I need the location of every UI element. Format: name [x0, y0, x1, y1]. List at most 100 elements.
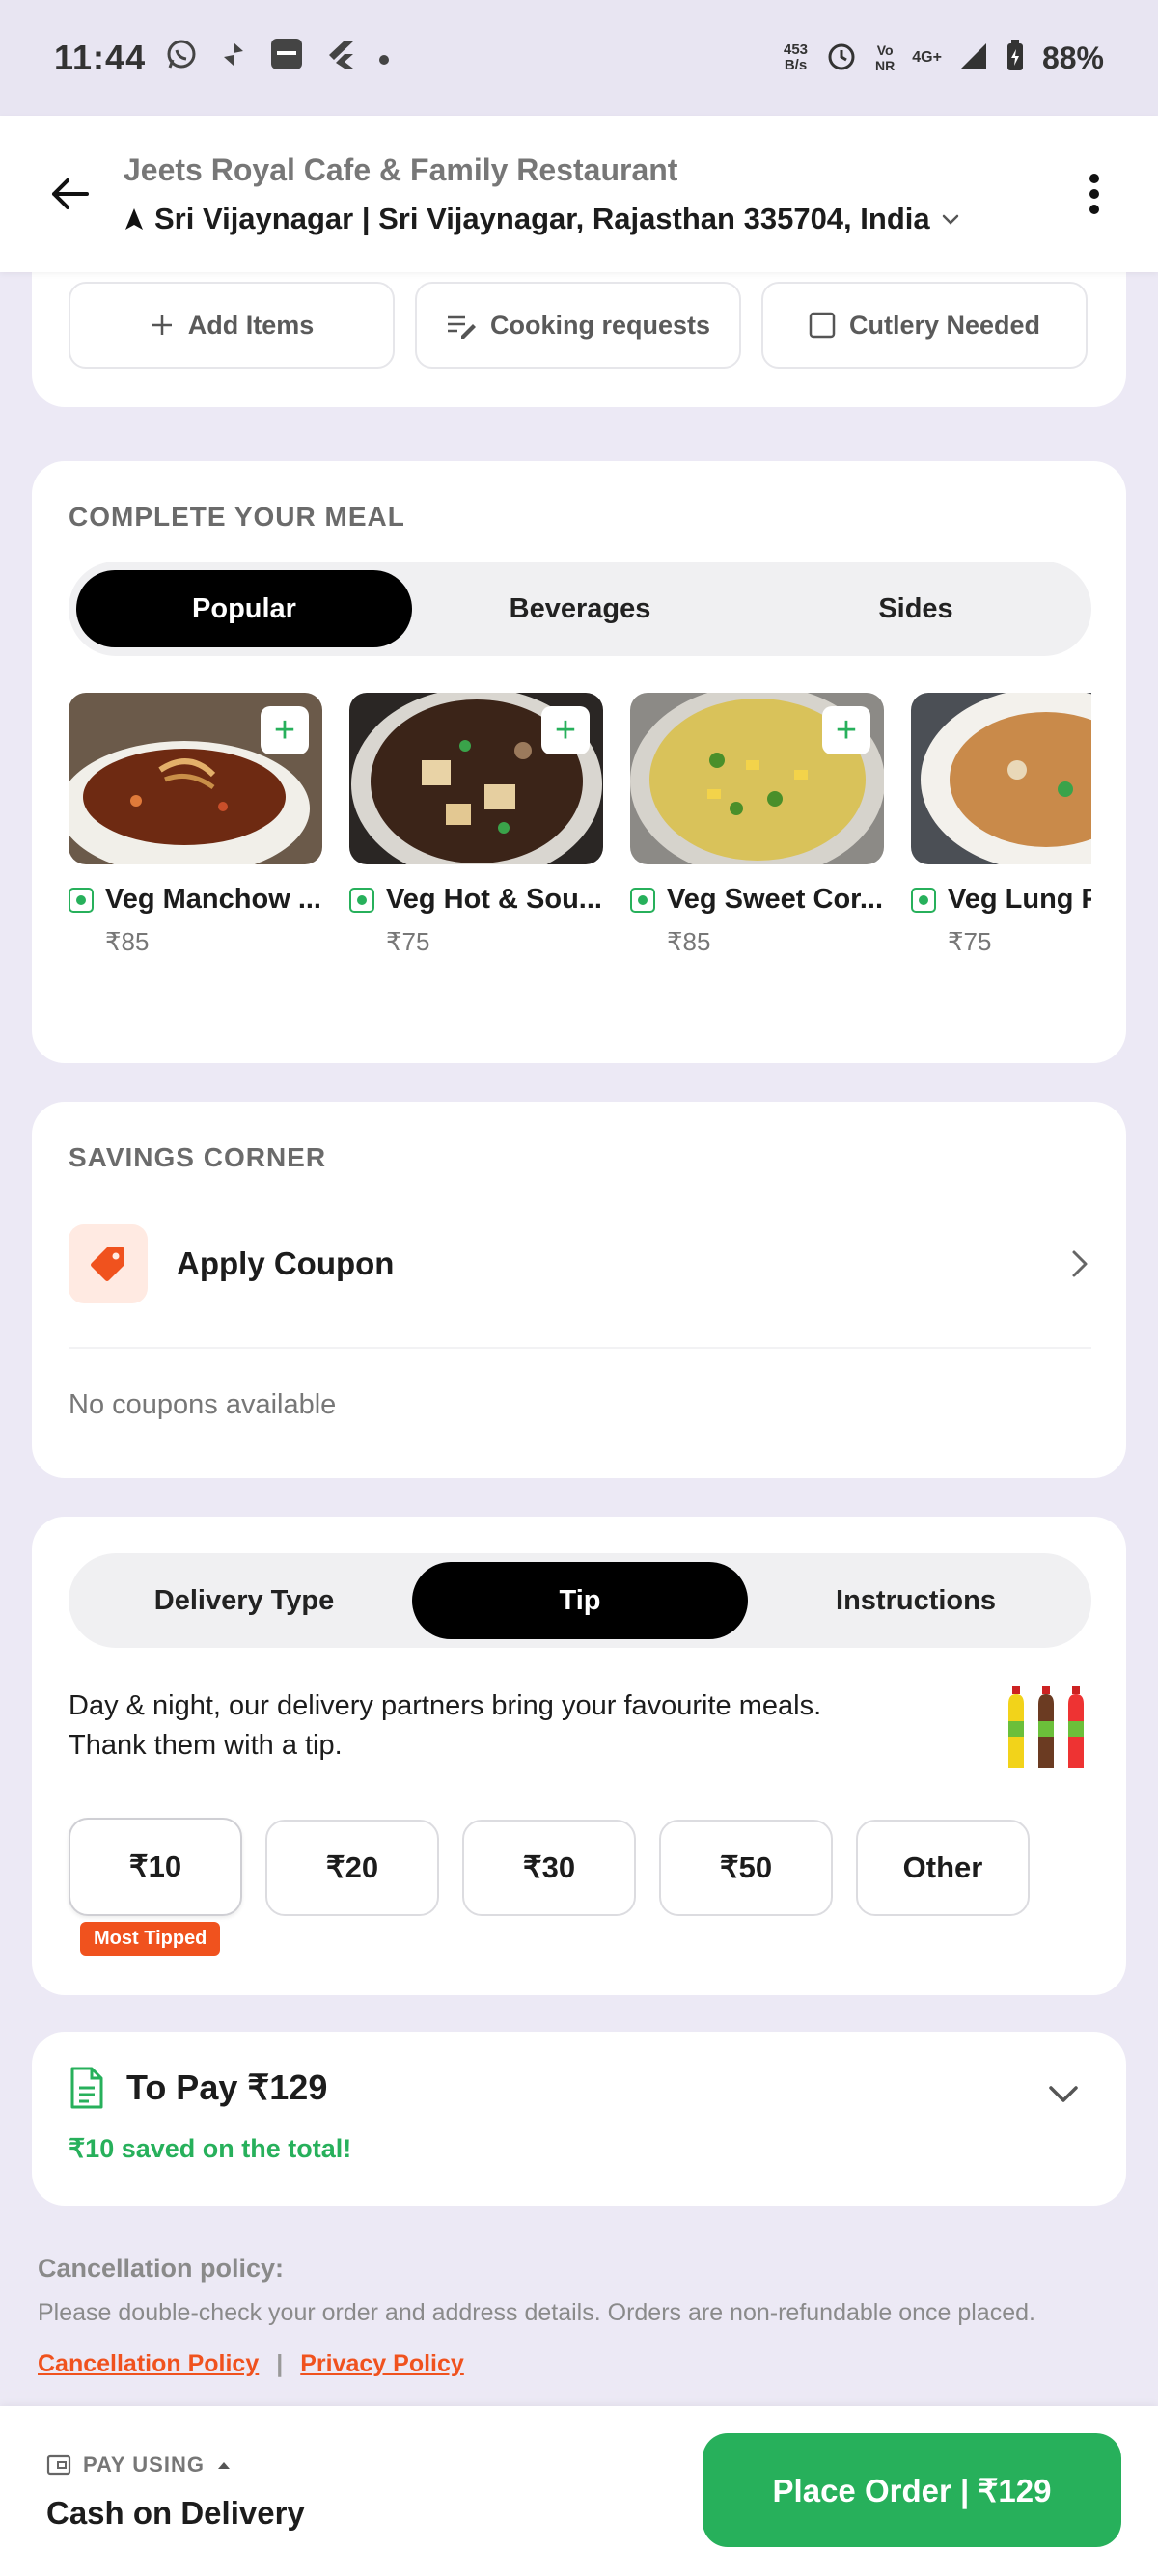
status-time: 11:44	[54, 38, 147, 77]
delivery-address[interactable]: Sri Vijaynagar | Sri Vijaynagar, Rajasth…	[124, 202, 1065, 236]
tab-delivery-type[interactable]: Delivery Type	[76, 1562, 412, 1639]
checkbox-icon	[809, 312, 836, 339]
tab-popular[interactable]: Popular	[76, 570, 412, 647]
battery-percent: 88%	[1041, 40, 1104, 75]
chevron-right-icon	[1072, 1250, 1088, 1277]
meal-image	[911, 693, 1091, 864]
apply-coupon-label: Apply Coupon	[177, 1246, 395, 1281]
meal-name: Veg Hot & Sou...	[386, 884, 602, 915]
meal-price: ₹85	[667, 927, 711, 956]
divider	[69, 1347, 1091, 1349]
meal-carousel[interactable]: + Veg Manchow ... ₹85 + Veg Hot & Sou...…	[69, 693, 1091, 982]
add-items-label: Add Items	[187, 310, 315, 340]
plus-icon	[152, 315, 172, 335]
caret-up-icon	[217, 2462, 230, 2469]
back-button[interactable]	[35, 159, 104, 229]
signal-icon	[959, 41, 988, 75]
whatsapp-icon	[165, 38, 198, 78]
savings-message: ₹10 saved on the total!	[69, 2134, 352, 2163]
add-item-button[interactable]: +	[261, 706, 309, 754]
header-text[interactable]: Jeets Royal Cafe & Family Restaurant Sri…	[124, 152, 1065, 236]
cancellation-policy: Cancellation policy: Please double-check…	[38, 2254, 1128, 2378]
network-type: 4G+	[912, 49, 942, 66]
wallet-icon	[46, 2454, 71, 2476]
chevron-down-icon[interactable]	[1047, 2084, 1080, 2105]
checkout-bar: PAY USING Cash on Delivery Place Order |…	[0, 2406, 1158, 2576]
tab-tip[interactable]: Tip	[412, 1562, 748, 1639]
add-item-button[interactable]: +	[541, 706, 590, 754]
veg-icon	[349, 887, 374, 913]
more-options-button[interactable]	[1065, 159, 1123, 229]
savings-card: SAVINGS CORNER Apply Coupon No coupons a…	[32, 1102, 1126, 1478]
apply-coupon-row[interactable]: Apply Coupon	[69, 1223, 1091, 1304]
veg-icon	[911, 887, 936, 913]
privacy-policy-link[interactable]: Privacy Policy	[300, 2350, 464, 2378]
meal-section-title: COMPLETE YOUR MEAL	[69, 502, 405, 532]
meal-tabs: Popular Beverages Sides	[69, 562, 1091, 656]
meal-price: ₹85	[105, 927, 150, 956]
meal-item[interactable]: + Veg Manchow ... ₹85	[69, 693, 322, 957]
veg-icon	[630, 887, 655, 913]
cooking-requests-button[interactable]: Cooking requests	[415, 282, 741, 369]
alarm-icon	[825, 40, 858, 77]
meal-image: +	[69, 693, 322, 864]
tip-options: ₹10 ₹20 ₹30 ₹50 Other	[69, 1818, 1030, 1916]
meal-name: Veg Manchow ...	[105, 884, 321, 915]
add-items-button[interactable]: Add Items	[69, 282, 395, 369]
meal-name: Veg Sweet Cor...	[667, 884, 884, 915]
meal-item[interactable]: + Veg Sweet Cor... ₹85	[630, 693, 884, 957]
cutlery-checkbox[interactable]: Cutlery Needed	[761, 282, 1088, 369]
policy-text: Please double-check your order and addre…	[38, 2299, 1035, 2326]
pay-using-label: PAY USING	[83, 2453, 205, 2477]
tip-option-20[interactable]: ₹20	[265, 1820, 439, 1916]
navigation-icon	[125, 207, 143, 230]
tip-message: Day & night, our delivery partners bring…	[69, 1690, 822, 1761]
app-header: Jeets Royal Cafe & Family Restaurant Sri…	[0, 116, 1158, 272]
bill-icon	[70, 2067, 103, 2109]
chevron-down-icon	[942, 214, 958, 225]
meal-image: +	[349, 693, 603, 864]
flutter-icon	[325, 39, 356, 77]
complete-meal-card: COMPLETE YOUR MEAL Popular Beverages Sid…	[32, 461, 1126, 1063]
cooking-requests-label: Cooking requests	[489, 310, 711, 340]
restaurant-name: Jeets Royal Cafe & Family Restaurant	[124, 151, 678, 187]
cancellation-policy-link[interactable]: Cancellation Policy	[38, 2350, 259, 2378]
address-text: Sri Vijaynagar | Sri Vijaynagar, Rajasth…	[154, 201, 930, 235]
delivery-tip-card: Delivery Type Tip Instructions Day & nig…	[32, 1517, 1126, 1995]
cutlery-label: Cutlery Needed	[848, 310, 1041, 340]
coupon-tag-icon	[69, 1224, 148, 1303]
tip-option-other[interactable]: Other	[856, 1820, 1030, 1916]
policy-title: Cancellation policy:	[38, 2254, 285, 2283]
payment-method[interactable]: Cash on Delivery	[46, 2495, 305, 2532]
tip-option-10[interactable]: ₹10	[69, 1818, 242, 1916]
add-item-button[interactable]: +	[822, 706, 870, 754]
more-vert-icon	[1089, 174, 1099, 214]
tip-option-30[interactable]: ₹30	[462, 1820, 636, 1916]
tab-sides[interactable]: Sides	[748, 570, 1084, 647]
battery-icon	[1006, 39, 1025, 77]
net-speed: 453 B/s	[784, 41, 809, 73]
status-bar: 11:44 453 B/s Vo NR 4G+ 88%	[0, 0, 1158, 116]
dot-icon	[377, 41, 391, 74]
meal-price: ₹75	[948, 927, 992, 956]
to-pay-card[interactable]: To Pay ₹129 ₹10 saved on the total!	[32, 2032, 1126, 2206]
tip-option-50[interactable]: ₹50	[659, 1820, 833, 1916]
place-order-button[interactable]: Place Order | ₹129	[703, 2433, 1121, 2547]
meal-item[interactable]: + Veg Hot & Sou... ₹75	[349, 693, 603, 957]
pay-using-selector[interactable]: PAY USING	[46, 2453, 232, 2478]
link-separator: |	[276, 2350, 284, 2377]
volte-label: Vo NR	[875, 42, 896, 73]
to-pay-label: To Pay ₹129	[126, 2068, 328, 2107]
meal-image: +	[630, 693, 884, 864]
no-coupons-text: No coupons available	[69, 1389, 337, 1420]
meal-name: Veg Lung F	[948, 884, 1091, 915]
sync-icon	[219, 40, 248, 76]
tab-instructions[interactable]: Instructions	[748, 1562, 1084, 1639]
meal-item[interactable]: Veg Lung F ₹75	[911, 693, 1091, 957]
paytm-icon	[269, 37, 304, 79]
back-arrow-icon	[52, 178, 89, 209]
tab-beverages[interactable]: Beverages	[412, 570, 748, 647]
drink-bottles-icon	[1008, 1686, 1084, 1768]
most-tipped-badge: Most Tipped	[80, 1922, 221, 1956]
edit-note-icon	[447, 315, 476, 339]
